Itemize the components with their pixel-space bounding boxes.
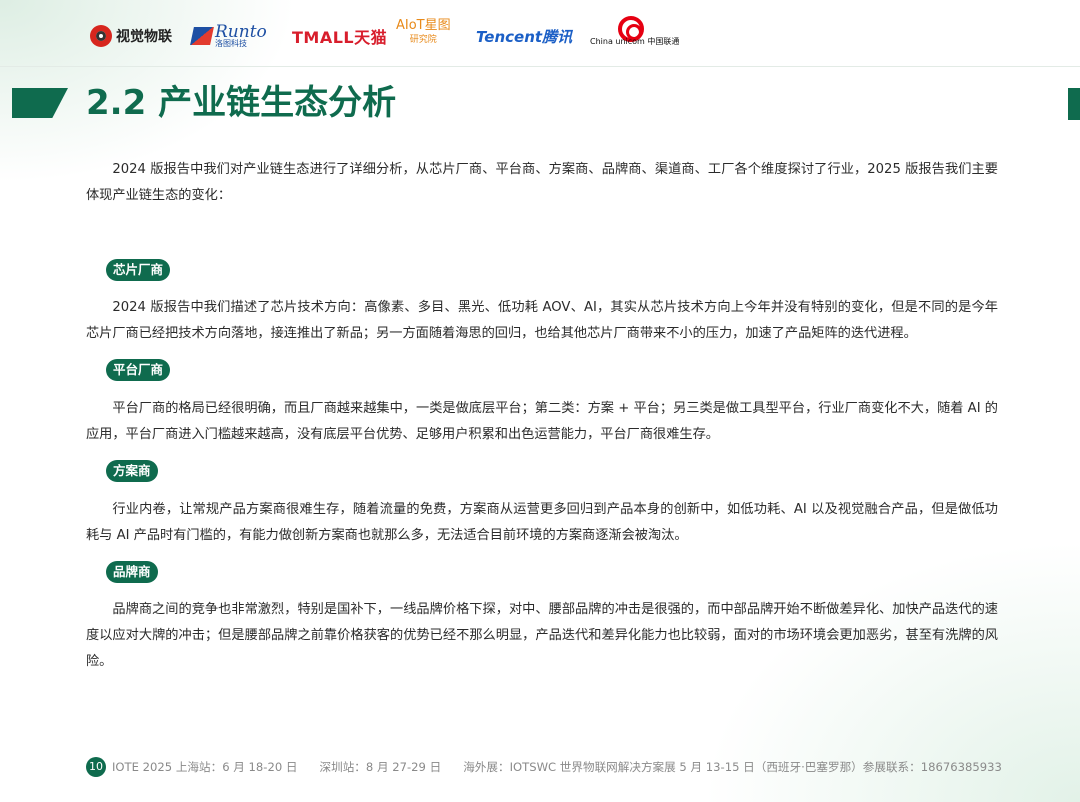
tmall-logo: TMALL天猫 (292, 28, 388, 47)
runto-logo-subtext: 洛图科技 (215, 38, 247, 48)
unicom-logo-cn: 中国联通 (647, 37, 680, 46)
section-label-solution-providers: 方案商 (106, 460, 158, 482)
page-title: 2.2 产业链生态分析 (86, 83, 397, 123)
shijue-mark-icon (90, 25, 112, 47)
intro-paragraph: 2024 版报告中我们对产业链生态进行了详细分析，从芯片厂商、平台商、方案商、品… (86, 162, 998, 203)
runto-logo-text: Runto (215, 21, 267, 42)
tencent-logo: Tencent腾讯 (476, 27, 573, 46)
footer-overseas-event: 海外展：IOTSWC 世界物联网解决方案展 5 月 13-15 日（西班牙·巴塞… (463, 760, 1002, 774)
title-accent-right (1068, 88, 1080, 120)
partner-logo-bar: 视觉物联 Runto 洛图科技 TMALL天猫 AIoT星图 研究院 Tence… (0, 0, 1080, 66)
aiot-logo: AIoT星图 研究院 (396, 18, 451, 52)
footer-shanghai-event: IOTE 2025 上海站：6 月 18-20 日 (112, 760, 298, 774)
section-label-chip-vendors: 芯片厂商 (106, 259, 171, 281)
aiot-logo-subtext: 研究院 (409, 35, 437, 45)
runto-mark-icon (190, 27, 214, 45)
section-label-platform-vendors: 平台厂商 (106, 359, 171, 381)
page-footer: 10 IOTE 2025 上海站：6 月 18-20 日 深圳站：8 月 27-… (86, 757, 1002, 777)
section-text-brands: 品牌商之间的竞争也非常激烈，特别是国补下，一线品牌价格下探，对中、腰部品牌的冲击… (86, 602, 998, 669)
aiot-logo-text: AIoT星图 (396, 18, 451, 33)
shijue-logo-text: 视觉物联 (116, 29, 172, 45)
section-label-brands: 品牌商 (106, 561, 158, 583)
unicom-logo-en: China unicom (590, 37, 645, 46)
runto-logo: Runto 洛图科技 (190, 21, 267, 50)
title-accent-left (12, 88, 68, 118)
header-divider (0, 66, 1080, 67)
footer-shenzhen-event: 深圳站：8 月 27-29 日 (319, 760, 442, 774)
section-text-solution-providers: 行业内卷，让常规产品方案商很难生存，随着流量的免费，方案商从运营更多回归到产品本… (86, 502, 998, 543)
section-text-chip-vendors: 2024 版报告中我们描述了芯片技术方向：高像素、多目、黑光、低功耗 AOV、A… (86, 300, 998, 341)
shijue-logo: 视觉物联 (90, 22, 172, 50)
section-text-platform-vendors: 平台厂商的格局已经很明确，而且厂商越来越集中，一类是做底层平台；第二类：方案 +… (86, 401, 998, 442)
page-number: 10 (86, 757, 106, 777)
